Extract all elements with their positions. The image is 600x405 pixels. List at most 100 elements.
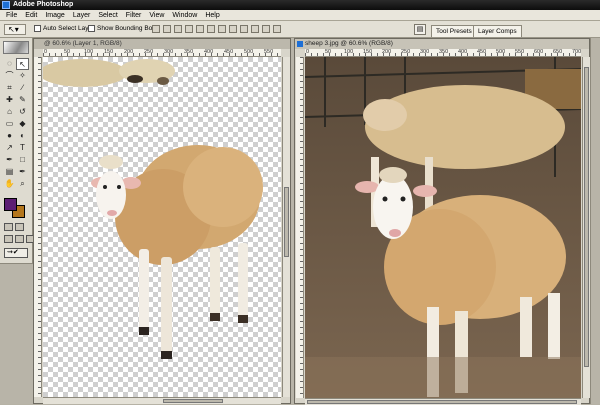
- crop-tool-icon[interactable]: ⌗: [3, 82, 16, 94]
- distribute-top-icon[interactable]: [218, 25, 226, 33]
- magic-wand-tool-icon[interactable]: ✧: [16, 70, 29, 82]
- ruler-label: 550: [515, 49, 525, 55]
- scroll-thumb[interactable]: [307, 400, 577, 404]
- zoom-tool-icon[interactable]: ⌕: [16, 178, 29, 190]
- tool-preset-picker[interactable]: ↖▾: [4, 24, 26, 35]
- ruler-label: 0: [306, 49, 310, 55]
- menu-edit[interactable]: Edit: [21, 10, 41, 21]
- cutout-sheep: [91, 145, 263, 359]
- slice-tool-icon[interactable]: ∕: [16, 82, 29, 94]
- move-tool-icon[interactable]: ↖: [16, 58, 29, 70]
- menu-layer[interactable]: Layer: [69, 10, 95, 21]
- clone-stamp-tool-icon[interactable]: ⌂: [3, 106, 16, 118]
- photo-canvas[interactable]: [305, 57, 581, 398]
- horizontal-ruler[interactable]: 0 50 100 150 200 250 300 350 400 450 500 550 600 650 7…: [305, 49, 581, 57]
- auto-select-layer-checkbox[interactable]: Auto Select Layer: [34, 25, 94, 32]
- blur-tool-icon[interactable]: ●: [3, 130, 16, 142]
- menu-view[interactable]: View: [145, 10, 168, 21]
- ruler-label: 100: [344, 49, 354, 55]
- distribute-middle-icon[interactable]: [229, 25, 237, 33]
- pen-tool-icon[interactable]: ✒: [3, 154, 16, 166]
- photoshop-logo-icon: [2, 1, 10, 9]
- adobe-feather-logo[interactable]: [3, 41, 29, 54]
- sheep-photo: [305, 57, 581, 398]
- ruler-label: 50: [64, 49, 71, 55]
- align-center-icon[interactable]: [196, 25, 204, 33]
- distribute-right-icon[interactable]: [273, 25, 281, 33]
- notes-tool-icon[interactable]: ▤: [3, 166, 16, 178]
- tab-tool-presets[interactable]: Tool Presets: [431, 25, 477, 37]
- ruler-label: 150: [363, 49, 373, 55]
- align-top-icon[interactable]: [152, 25, 160, 33]
- jump-to-imageready-button[interactable]: ⇝✔: [4, 248, 28, 258]
- healing-brush-tool-icon[interactable]: ✚: [3, 94, 16, 106]
- menu-filter[interactable]: Filter: [122, 10, 146, 21]
- title-bar: Adobe Photoshop: [0, 0, 600, 10]
- vertical-ruler[interactable]: [296, 57, 304, 398]
- eraser-tool-icon[interactable]: ▭: [3, 118, 16, 130]
- paint-bucket-tool-icon[interactable]: ◆: [16, 118, 29, 130]
- path-select-tool-icon[interactable]: ↗: [3, 142, 16, 154]
- ruler-label: 200: [382, 49, 392, 55]
- history-brush-tool-icon[interactable]: ↺: [16, 106, 29, 118]
- align-middle-icon[interactable]: [163, 25, 171, 33]
- standard-mode-icon[interactable]: [4, 223, 13, 231]
- ruler-label: 350: [184, 49, 194, 55]
- type-tool-icon[interactable]: T: [16, 142, 29, 154]
- standard-screen-icon[interactable]: [4, 235, 13, 243]
- menu-window[interactable]: Window: [168, 10, 201, 21]
- options-bar: ↖▾ Auto Select Layer Show Bounding Box ▤…: [0, 21, 600, 38]
- vertical-scrollbar-right[interactable]: [582, 57, 590, 398]
- align-buttons: [152, 25, 284, 33]
- marquee-tool-icon[interactable]: ◌: [3, 58, 16, 70]
- align-left-icon[interactable]: [185, 25, 193, 33]
- auto-select-layer-label: Auto Select Layer: [43, 25, 95, 32]
- lasso-tool-icon[interactable]: ⌒: [3, 70, 16, 82]
- brush-tool-icon[interactable]: ✎: [16, 94, 29, 106]
- hand-tool-icon[interactable]: ✋: [3, 178, 16, 190]
- menu-bar: File Edit Image Layer Select Filter View…: [0, 10, 600, 21]
- document-title-left: @ 60.6% (Layer 1, RGB/8): [34, 39, 290, 49]
- distribute-center-icon[interactable]: [262, 25, 270, 33]
- distribute-left-icon[interactable]: [251, 25, 259, 33]
- scroll-thumb[interactable]: [163, 399, 223, 403]
- quick-mask-icon[interactable]: [15, 223, 24, 231]
- horizontal-scrollbar-left[interactable]: [43, 397, 281, 404]
- horizontal-ruler[interactable]: 0 50 100 150 200 250 300 350 400 450 500 550: [43, 49, 281, 57]
- tab-layer-comps[interactable]: Layer Comps: [473, 25, 522, 37]
- dodge-tool-icon[interactable]: ◐: [16, 130, 29, 142]
- show-bounding-box-checkbox[interactable]: Show Bounding Box: [88, 25, 156, 32]
- align-bottom-icon[interactable]: [174, 25, 182, 33]
- full-screen-menu-icon[interactable]: [15, 235, 24, 243]
- eyedropper-tool-icon[interactable]: ✒: [16, 166, 29, 178]
- menu-file[interactable]: File: [2, 10, 21, 21]
- scroll-thumb[interactable]: [584, 67, 589, 367]
- photoshop-app: Adobe Photoshop File Edit Image Layer Se…: [0, 0, 600, 405]
- ruler-label: 650: [553, 49, 563, 55]
- ruler-label: 450: [477, 49, 487, 55]
- menu-select[interactable]: Select: [94, 10, 121, 21]
- distribute-bottom-icon[interactable]: [240, 25, 248, 33]
- ruler-label: 500: [244, 49, 254, 55]
- tool-grid: ◌ ↖ ⌒ ✧ ⌗ ∕ ✚ ✎ ⌂ ↺ ▭ ◆ ● ◐ ↗ T ✒ □ ▤ ✒ ✋ ⌕: [3, 58, 31, 190]
- ruler-label: 300: [164, 49, 174, 55]
- ruler-label: 700: [572, 49, 582, 55]
- menu-image[interactable]: Image: [41, 10, 68, 21]
- shape-tool-icon[interactable]: □: [16, 154, 29, 166]
- ruler-label: 500: [496, 49, 506, 55]
- cutout-sheep-image: [43, 59, 263, 359]
- foreground-color-swatch[interactable]: [4, 198, 17, 211]
- ruler-label: 550: [264, 49, 274, 55]
- canvas-transparent-layer[interactable]: [43, 57, 281, 397]
- document-window-right: sheep 3.jpg @ 60.6% (RGB/8) 0 50 100 150 200…: [294, 38, 590, 405]
- ruler-label: 250: [144, 49, 154, 55]
- align-right-icon[interactable]: [207, 25, 215, 33]
- scroll-thumb[interactable]: [284, 187, 289, 257]
- palette-well-icon[interactable]: ▤: [414, 24, 426, 35]
- toolbox: ◌ ↖ ⌒ ✧ ⌗ ∕ ✚ ✎ ⌂ ↺ ▭ ◆ ● ◐ ↗ T ✒ □ ▤ ✒ ✋ ⌕ ⇝✔: [0, 38, 35, 264]
- vertical-scrollbar-left[interactable]: [282, 57, 290, 397]
- menu-help[interactable]: Help: [201, 10, 223, 21]
- ruler-label: 200: [124, 49, 134, 55]
- ruler-label: 50: [325, 49, 332, 55]
- vertical-ruler[interactable]: [34, 57, 42, 397]
